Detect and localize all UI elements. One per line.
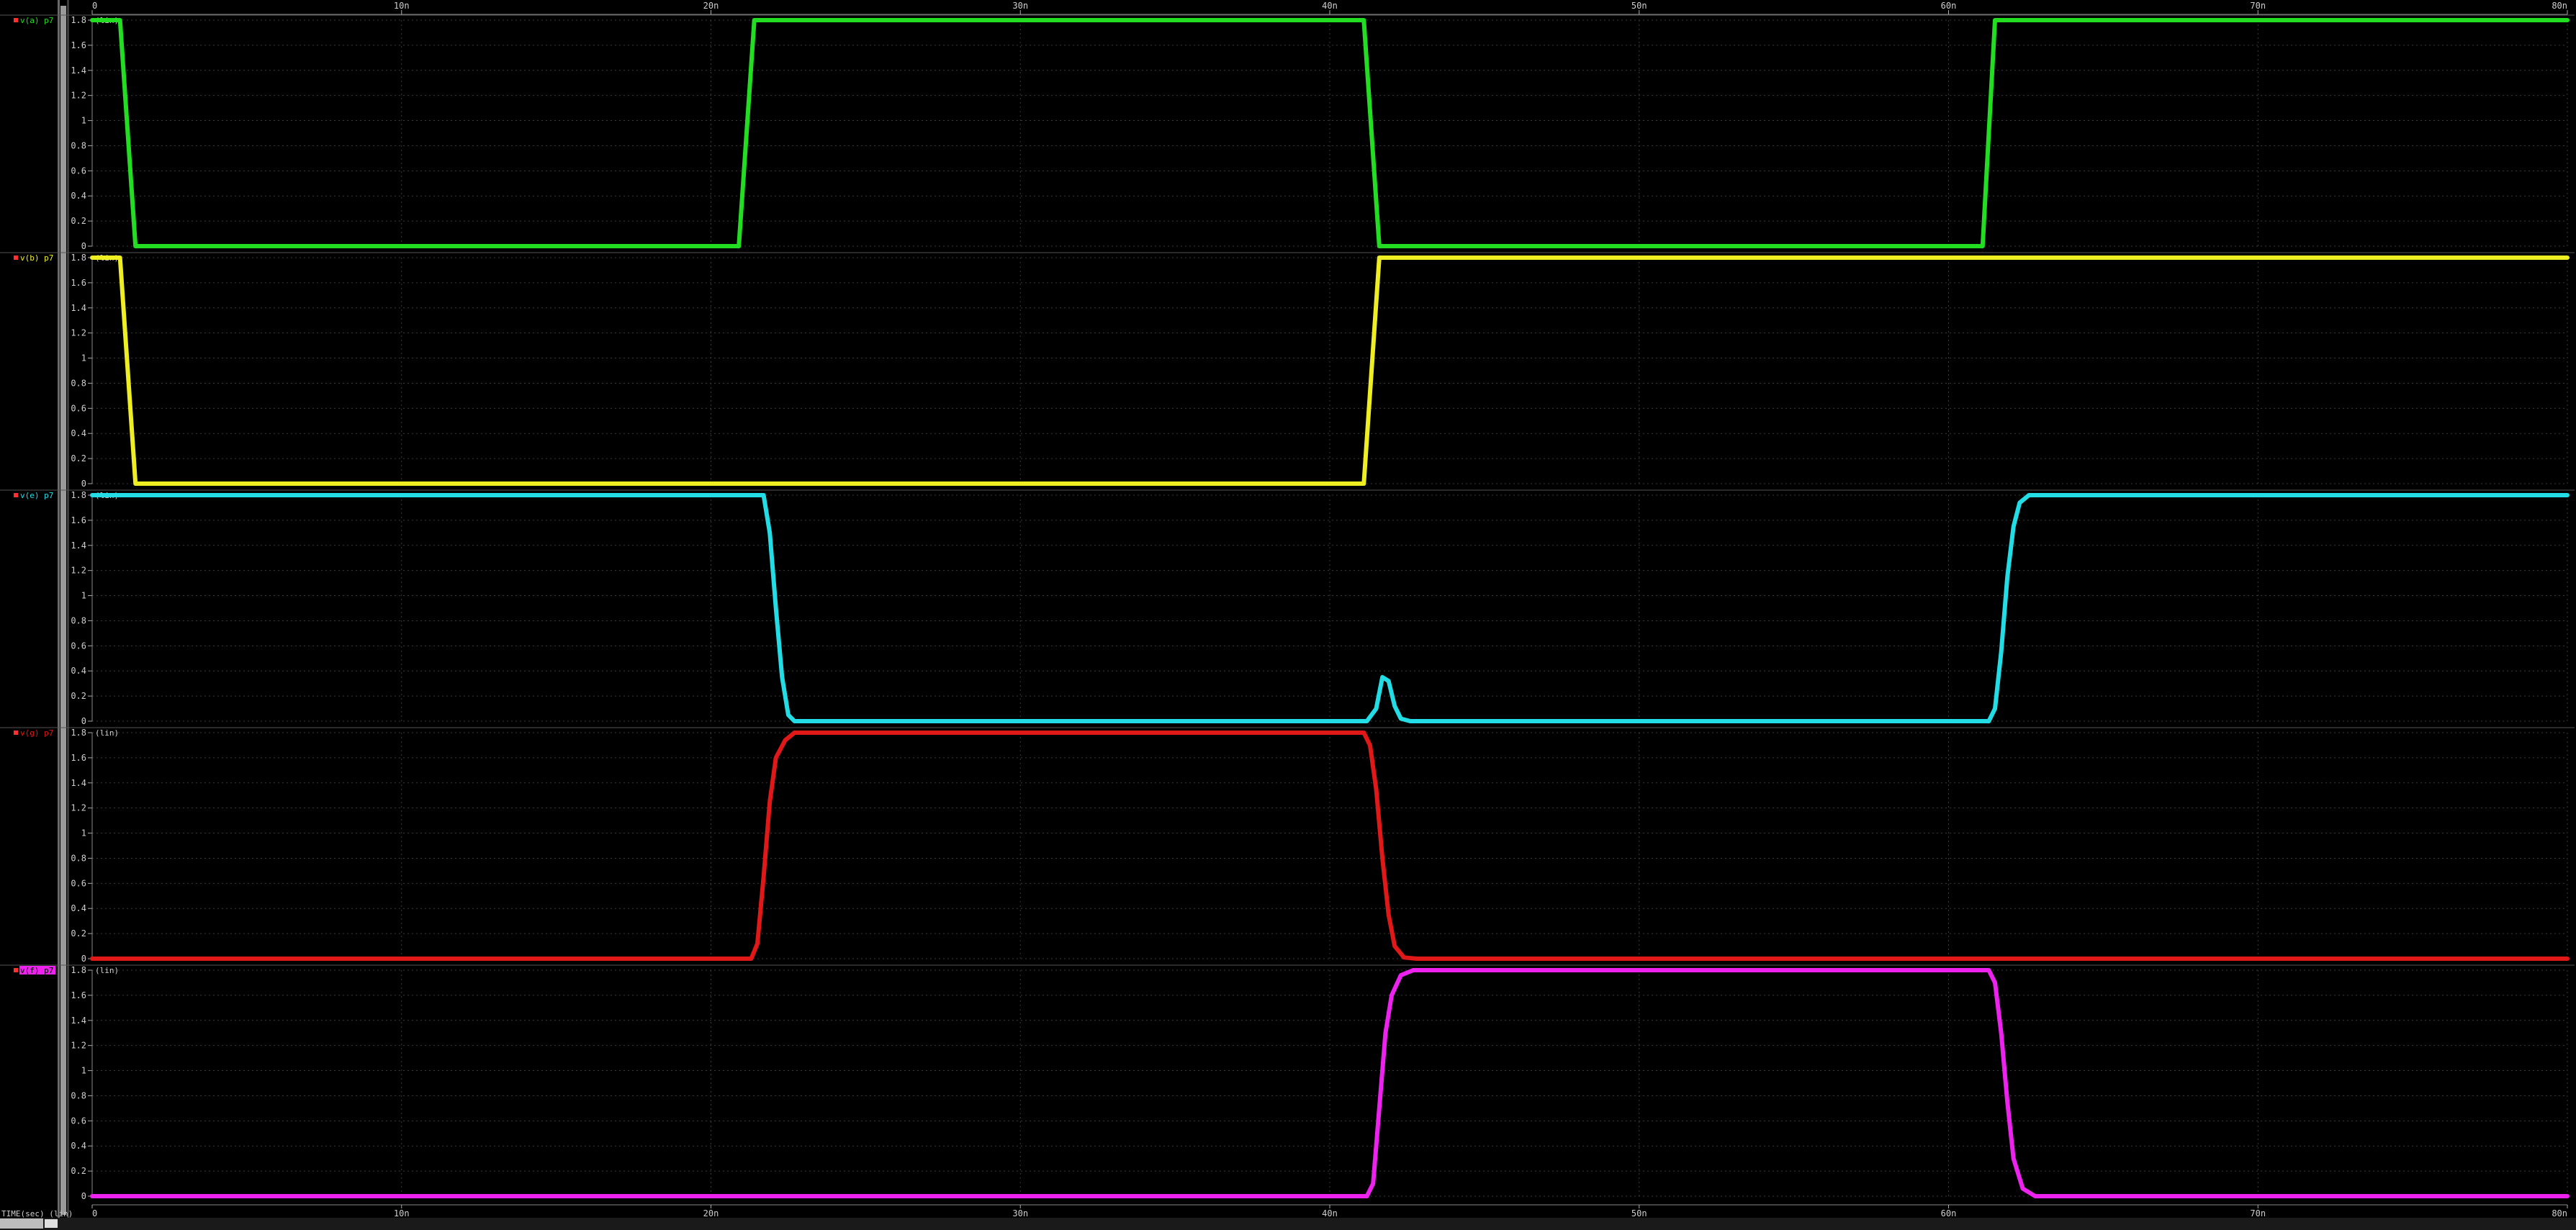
bottom-axis-tick-label: 70n xyxy=(2250,1208,2266,1218)
signal-name-label: v(a) p7 xyxy=(20,16,53,25)
horizontal-scrollbar-left-button[interactable] xyxy=(0,1218,43,1229)
y-axis-tick-label: 0.2 xyxy=(71,1166,86,1176)
y-axis-tick-label: 1 xyxy=(81,116,86,126)
y-axis-tick-label: 0.4 xyxy=(71,1141,86,1151)
y-axis-tick-label: 1.4 xyxy=(71,303,86,313)
y-axis-tick-label: 0.6 xyxy=(71,878,86,888)
signal-name-label: v(b) p7 xyxy=(20,253,53,263)
top-axis-tick-label: 70n xyxy=(2250,1,2266,11)
y-axis-tick-label: 1.4 xyxy=(71,778,86,788)
y-axis-tick-label: 1 xyxy=(81,591,86,601)
y-axis-tick-label: 1.2 xyxy=(71,1041,86,1051)
bottom-axis-tick-label: 80n xyxy=(2552,1208,2567,1218)
top-axis-tick-label: 10n xyxy=(394,1,410,11)
bottom-axis-tick-label: 10n xyxy=(394,1208,410,1218)
y-axis-tick-label: 1.6 xyxy=(71,40,86,50)
panel-unit-label: (lin) xyxy=(95,728,119,738)
horizontal-scrollbar-track xyxy=(0,1218,2576,1230)
y-axis-tick-label: 1.8 xyxy=(71,965,86,975)
signal-marker-icon xyxy=(14,968,18,972)
y-axis-tick-label: 0.4 xyxy=(71,428,86,438)
y-axis-tick-label: 1.4 xyxy=(71,1016,86,1026)
bottom-axis-tick-label: 20n xyxy=(703,1208,719,1218)
top-axis-tick-label: 20n xyxy=(703,1,719,11)
signal-marker-icon xyxy=(14,18,18,22)
y-axis-tick-label: 0.2 xyxy=(71,453,86,463)
y-axis-tick-label: 0 xyxy=(81,241,86,251)
y-axis-tick-label: 0.8 xyxy=(71,615,86,625)
y-axis-tick-label: 0.6 xyxy=(71,1116,86,1126)
y-axis-tick-label: 1.8 xyxy=(71,15,86,25)
signal-name-label: v(e) p7 xyxy=(20,491,53,500)
y-axis-tick-label: 1 xyxy=(81,828,86,838)
top-axis-tick-label: 80n xyxy=(2552,1,2567,11)
y-axis-tick-label: 1.2 xyxy=(71,803,86,813)
bottom-axis-tick-label: 50n xyxy=(1631,1208,1647,1218)
y-axis-tick-label: 0 xyxy=(81,1191,86,1201)
waveform-window[interactable]: 0 10n 20n 30n 40n 50n 60n 70n 80n 0 0.2 0.4 0.6 0.8 1… xyxy=(0,0,2576,1230)
y-axis-tick-label: 1.6 xyxy=(71,515,86,525)
y-axis-tick-label: 0.2 xyxy=(71,691,86,701)
y-axis-tick-label: 0.8 xyxy=(71,140,86,150)
y-axis-tick-label: 1.4 xyxy=(71,65,86,76)
bottom-axis-tick-label: 30n xyxy=(1012,1208,1028,1218)
y-axis-tick-label: 0.4 xyxy=(71,666,86,676)
y-axis-tick-label: 0.4 xyxy=(71,903,86,913)
y-axis-tick-label: 1.6 xyxy=(71,990,86,1000)
y-axis-tick-label: 0.2 xyxy=(71,216,86,226)
y-axis-tick-label: 0 xyxy=(81,479,86,489)
top-axis-tick-label: 30n xyxy=(1012,1,1028,11)
bottom-axis-tick-label: 0 xyxy=(92,1208,97,1218)
top-axis-tick-label: 60n xyxy=(1941,1,1957,11)
y-axis-tick-label: 0.4 xyxy=(71,191,86,201)
vertical-scrollbar[interactable] xyxy=(60,6,66,1215)
signal-name-label: v(f) p7 xyxy=(20,966,53,975)
y-axis-tick-label: 1 xyxy=(81,353,86,363)
top-axis-tick-label: 50n xyxy=(1631,1,1647,11)
y-axis-tick-label: 0 xyxy=(81,954,86,964)
y-axis-tick-label: 0.8 xyxy=(71,853,86,863)
signal-name-label: v(g) p7 xyxy=(20,728,53,738)
y-axis-tick-label: 0.6 xyxy=(71,403,86,413)
signal-marker-icon xyxy=(14,256,18,260)
signal-marker-icon xyxy=(14,731,18,735)
y-axis-tick-label: 0.6 xyxy=(71,166,86,176)
signal-list-divider xyxy=(58,0,60,1218)
signal-marker-icon xyxy=(14,493,18,497)
y-axis-tick-label: 1.6 xyxy=(71,278,86,288)
y-axis-tick-label: 1 xyxy=(81,1066,86,1076)
y-axis-tick-label: 1.2 xyxy=(71,91,86,101)
y-axis-tick-label: 0.6 xyxy=(71,641,86,651)
y-axis-tick-label: 0.8 xyxy=(71,378,86,388)
vertical-scrollbar-track xyxy=(67,0,69,1218)
y-axis-tick-label: 1.8 xyxy=(71,490,86,500)
y-axis-tick-label: 1.8 xyxy=(71,728,86,738)
y-axis-tick-label: 1.4 xyxy=(71,541,86,551)
top-axis-tick-label: 0 xyxy=(92,1,97,11)
y-axis-tick-label: 1.2 xyxy=(71,566,86,576)
bottom-axis-tick-label: 60n xyxy=(1941,1208,1957,1218)
y-axis-tick-label: 1.6 xyxy=(71,753,86,763)
bottom-axis-tick-label: 40n xyxy=(1322,1208,1338,1218)
horizontal-scrollbar-thumb[interactable] xyxy=(45,1219,58,1228)
panel-unit-label: (lin) xyxy=(95,966,119,975)
y-axis-tick-label: 0.8 xyxy=(71,1090,86,1100)
y-axis-tick-label: 1.2 xyxy=(71,328,86,338)
y-axis-tick-label: 0.2 xyxy=(71,928,86,939)
time-axis-label: TIME(sec) (lin) xyxy=(1,1209,73,1218)
y-axis-tick-label: 1.8 xyxy=(71,253,86,263)
top-axis-tick-label: 40n xyxy=(1322,1,1338,11)
y-axis-tick-label: 0 xyxy=(81,716,86,726)
